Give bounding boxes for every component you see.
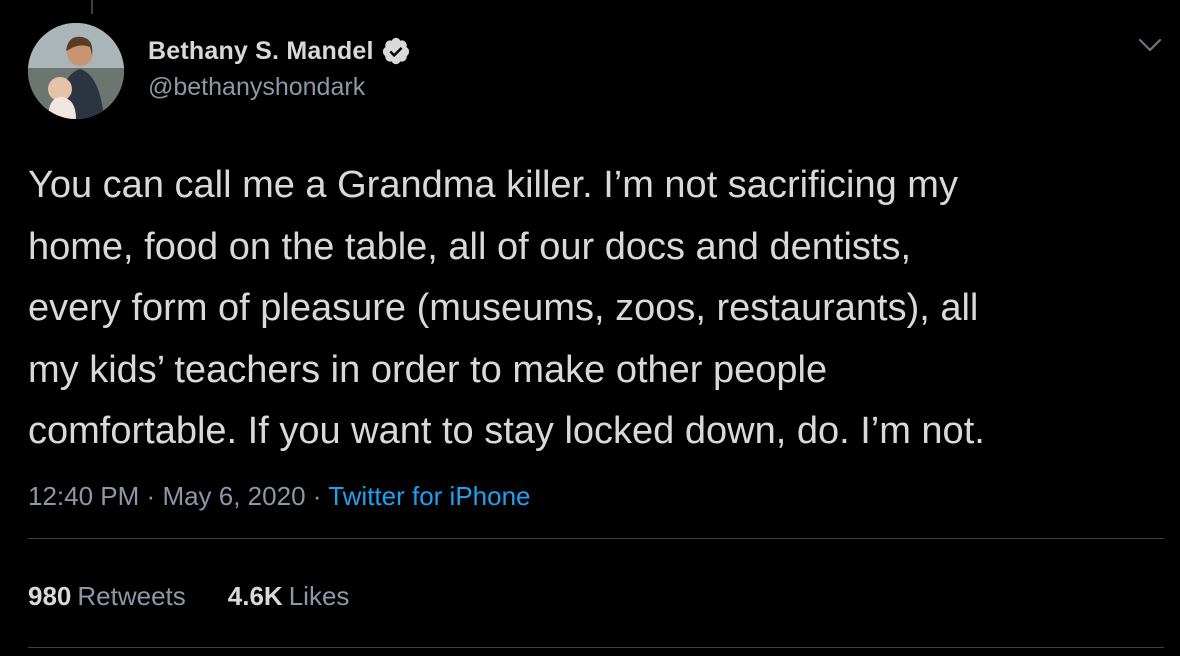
- author-handle[interactable]: @bethanyshondark: [148, 73, 365, 102]
- chevron-down-icon[interactable]: [1138, 36, 1162, 54]
- tweet-text-line: every form of pleasure (museums, zoos, r…: [28, 287, 979, 329]
- author-name-row[interactable]: Bethany S. Mandel: [148, 33, 411, 69]
- tweet-text-line: my kids’ teachers in order to make other…: [28, 348, 828, 391]
- tweet-text-line: comfortable. If you want to stay locked …: [28, 410, 985, 452]
- avatar-photo: [28, 23, 124, 119]
- tweet-source-link[interactable]: Twitter for iPhone: [328, 481, 530, 511]
- thread-connector-line: [91, 0, 93, 14]
- meta-separator: ·: [146, 481, 156, 511]
- retweets-count: 980: [28, 581, 72, 611]
- tweet-metadata: 12:40 PM · May 6, 2020 · Twitter for iPh…: [28, 481, 531, 512]
- tweet-stats: 980 Retweets 4.6K Likes: [28, 581, 391, 612]
- retweets-stat[interactable]: 980 Retweets: [28, 581, 186, 612]
- verified-badge-icon: [381, 36, 411, 66]
- avatar[interactable]: [28, 23, 124, 119]
- likes-label: Likes: [288, 581, 350, 611]
- likes-count: 4.6K: [227, 581, 283, 611]
- tweet-text-line: home, food on the table, all of our docs…: [28, 225, 912, 268]
- retweets-label: Retweets: [77, 581, 186, 611]
- tweet-text-line: You can call me a Grandma killer. I’m no…: [28, 164, 958, 206]
- likes-stat[interactable]: 4.6K Likes: [228, 581, 350, 612]
- divider: [28, 647, 1164, 648]
- meta-separator: ·: [312, 481, 322, 511]
- divider: [28, 538, 1164, 539]
- author-display-name[interactable]: Bethany S. Mandel: [148, 37, 374, 66]
- tweet-text: You can call me a Grandma killer. I’m no…: [28, 155, 1158, 463]
- tweet-date[interactable]: May 6, 2020: [162, 481, 305, 511]
- tweet-time[interactable]: 12:40 PM: [28, 481, 139, 511]
